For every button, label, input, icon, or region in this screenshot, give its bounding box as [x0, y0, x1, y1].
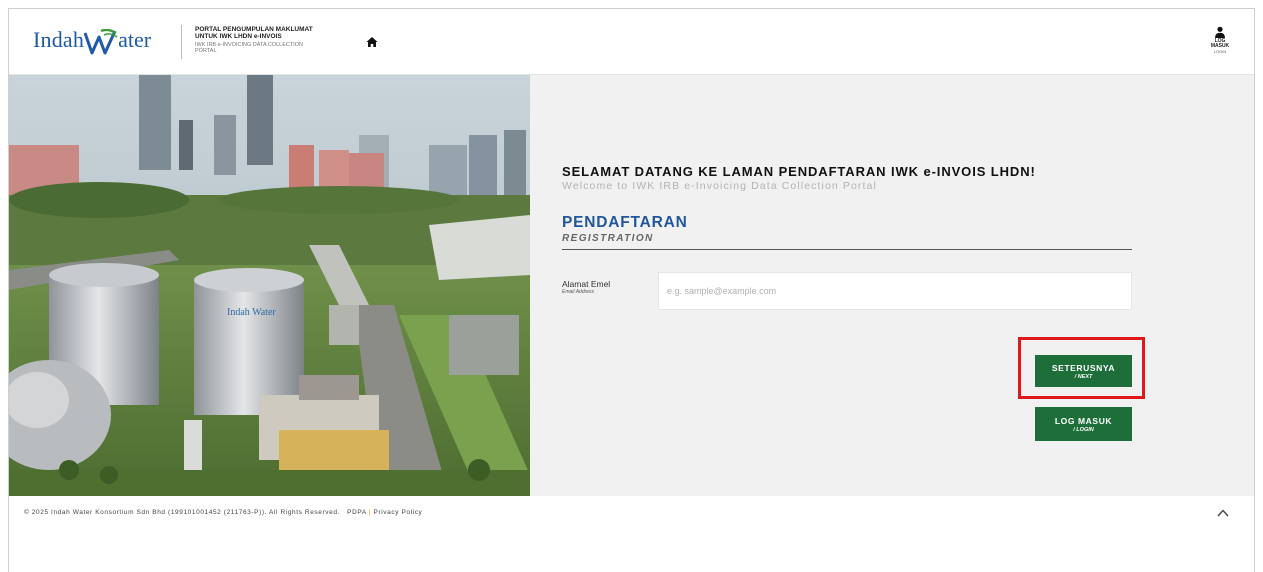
treatment-plant-photo: Indah Water	[9, 75, 530, 496]
hero-image: Indah Water	[9, 75, 530, 496]
logo-text-indah: Indah	[33, 27, 85, 52]
portal-subtitle: IWK IRB e-INVOICING DATA COLLECTION PORT…	[195, 42, 303, 54]
portal-title-block: PORTAL PENGUMPULAN MAKLUMAT UNTUK IWK LH…	[195, 26, 335, 54]
logo-text-ater: ater	[118, 27, 152, 52]
home-icon[interactable]	[366, 36, 378, 48]
login-button[interactable]: LOG MASUK / LOGIN	[1035, 407, 1132, 441]
next-button[interactable]: SETERUSNYA / NEXT	[1035, 355, 1132, 387]
header-login-button[interactable]: LOG MASUK LOGIN	[1205, 26, 1235, 54]
next-button-label: SETERUSNYA	[1051, 363, 1116, 373]
page-frame: Indah ater PORTAL PENGUMPULAN MAKLUMAT U…	[8, 8, 1255, 572]
copyright-text: © 2025 Indah Water Konsortium Sdn Bhd (1…	[24, 509, 340, 516]
header-divider	[181, 25, 182, 59]
pdpa-link[interactable]: PDPA	[347, 509, 366, 516]
logo-w-icon	[84, 29, 118, 55]
login-button-label: LOG MASUK	[1054, 416, 1113, 426]
email-label: Alamat Emel Email Address	[562, 279, 611, 296]
email-sublabel-text: Email Address	[562, 289, 595, 295]
registration-title: PENDAFTARAN	[562, 214, 688, 231]
portal-title: PORTAL PENGUMPULAN MAKLUMAT UNTUK IWK LH…	[195, 26, 313, 40]
indah-water-logo[interactable]: Indah ater	[33, 24, 151, 56]
welcome-subheading: Welcome to IWK IRB e-Invoicing Data Coll…	[562, 180, 877, 192]
email-input[interactable]	[658, 272, 1132, 310]
chevron-up-icon[interactable]	[1216, 506, 1230, 520]
email-label-text: Alamat Emel	[562, 279, 611, 289]
svg-text:Indah Water: Indah Water	[227, 307, 276, 318]
login-button-sublabel: / LOGIN	[1073, 427, 1094, 433]
section-divider	[562, 249, 1132, 250]
user-icon	[1215, 26, 1225, 38]
welcome-heading: SELAMAT DATANG KE LAMAN PENDAFTARAN IWK …	[562, 164, 1036, 179]
copyright-line: © 2025 Indah Water Konsortium Sdn Bhd (1…	[24, 509, 422, 516]
registration-subtitle: REGISTRATION	[562, 233, 654, 244]
registration-panel: SELAMAT DATANG KE LAMAN PENDAFTARAN IWK …	[530, 75, 1254, 496]
footer-separator: |	[368, 509, 372, 516]
next-button-sublabel: / NEXT	[1074, 374, 1093, 380]
footer: © 2025 Indah Water Konsortium Sdn Bhd (1…	[9, 496, 1254, 572]
header: Indah ater PORTAL PENGUMPULAN MAKLUMAT U…	[9, 9, 1254, 75]
header-login-sublabel: LOGIN	[1213, 49, 1227, 54]
header-login-label: LOG MASUK	[1210, 38, 1230, 49]
privacy-policy-link[interactable]: Privacy Policy	[374, 509, 423, 516]
